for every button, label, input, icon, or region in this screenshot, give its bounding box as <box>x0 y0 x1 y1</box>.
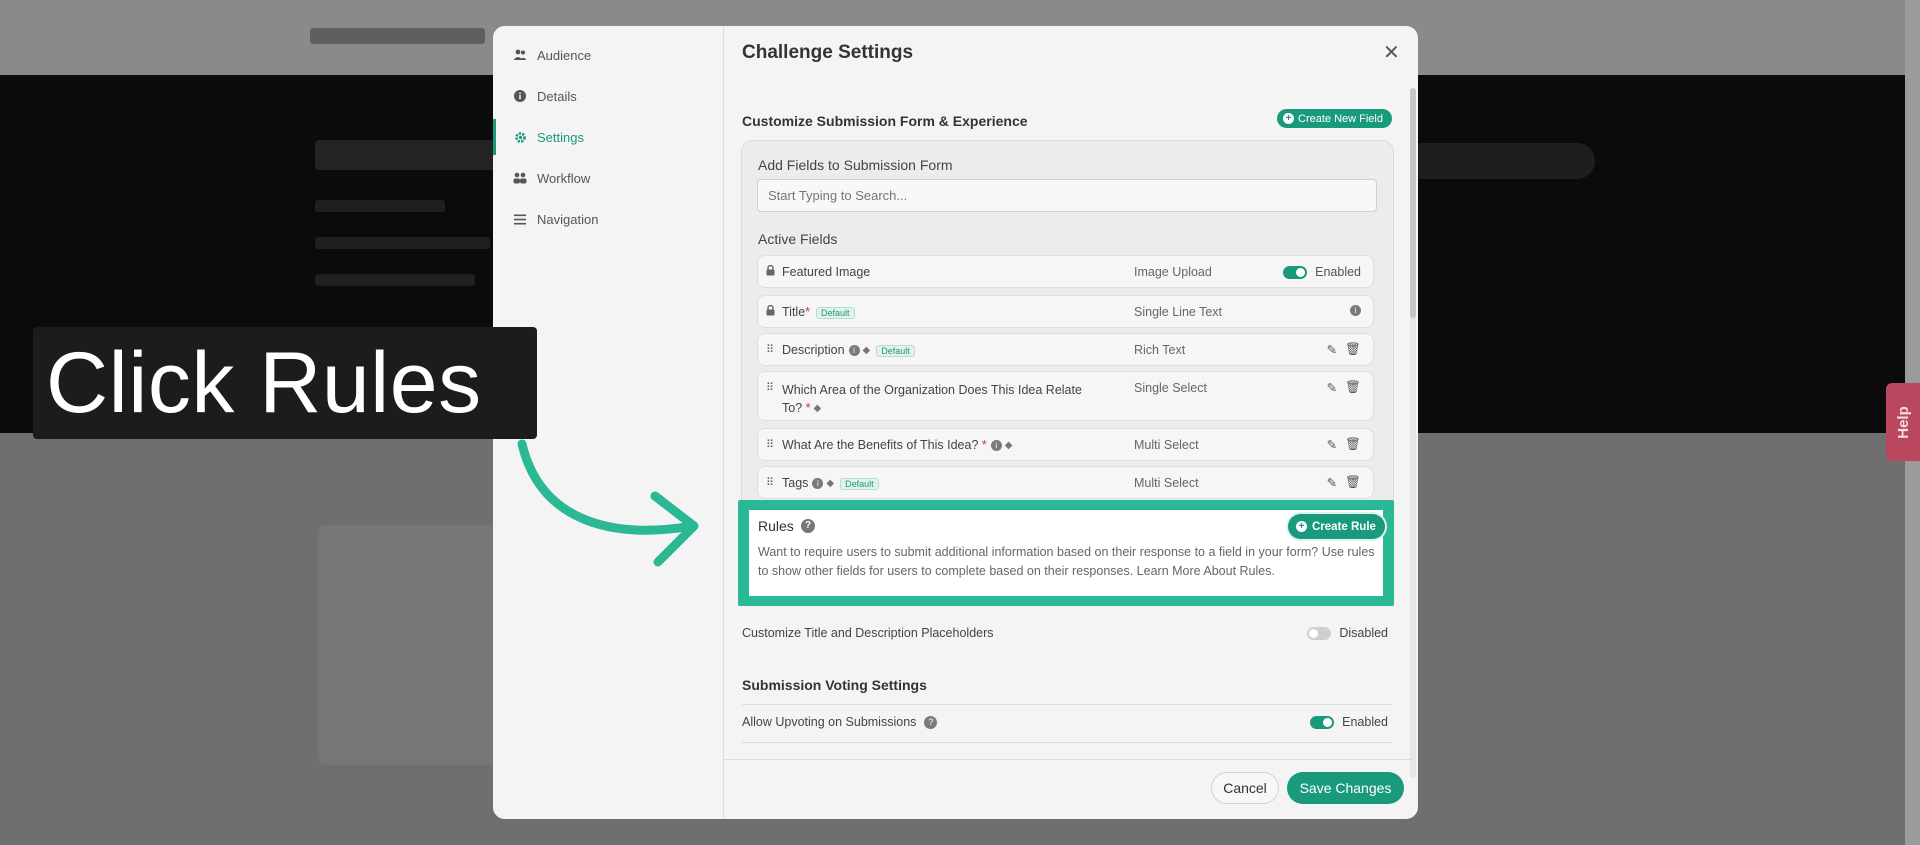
trash-icon[interactable]: 🗑 <box>1345 437 1361 452</box>
field-row-tags[interactable]: ⠿ Tags i ◆ Default Multi Select ✎ 🗑 <box>757 466 1374 499</box>
placeholders-setting-row: Customize Title and Description Placehol… <box>742 626 1388 640</box>
modal-scrollbar-thumb[interactable] <box>1410 88 1416 318</box>
background-logo <box>310 28 485 44</box>
featured-image-toggle[interactable] <box>1283 265 1308 279</box>
create-new-field-button[interactable]: + Create New Field <box>1277 109 1392 128</box>
trash-icon[interactable]: 🗑 <box>1345 380 1361 395</box>
help-tab[interactable]: Help <box>1886 383 1920 461</box>
drag-handle-icon[interactable]: ⠿ <box>766 476 774 489</box>
default-badge: Default <box>876 344 915 357</box>
divider <box>742 742 1392 743</box>
question-icon[interactable]: ? <box>924 716 938 730</box>
trash-icon[interactable]: 🗑 <box>1345 475 1361 490</box>
background-hero-text <box>315 274 475 286</box>
rules-title: Rules <box>758 518 794 534</box>
create-rule-button[interactable]: + Create Rule <box>1288 514 1385 539</box>
background-hero-text <box>315 200 445 212</box>
active-fields-label: Active Fields <box>758 231 838 247</box>
edit-icon[interactable]: ✎ <box>1327 380 1337 395</box>
drag-handle-icon[interactable]: ⠿ <box>766 381 774 394</box>
field-row-benefits[interactable]: ⠿ What Are the Benefits of This Idea? * i… <box>757 428 1374 461</box>
tag-icon: ◆ <box>826 478 835 490</box>
modal-title: Challenge Settings <box>742 42 914 63</box>
upvoting-toggle[interactable] <box>1310 715 1335 729</box>
background-card <box>318 525 498 765</box>
people-icon <box>513 171 527 185</box>
cancel-button[interactable]: Cancel <box>1211 772 1279 804</box>
plus-icon: + <box>1283 113 1294 124</box>
field-row-title[interactable]: Title* Default Single Line Text i <box>757 295 1374 328</box>
nav-item-audience[interactable]: Audience <box>493 37 723 73</box>
field-row-featured-image[interactable]: Featured Image Image Upload Enabled <box>757 255 1374 288</box>
footer-divider <box>723 759 1413 760</box>
nav-item-workflow[interactable]: Workflow <box>493 160 723 196</box>
menu-icon <box>513 212 527 226</box>
nav-item-settings[interactable]: Settings <box>493 119 723 155</box>
question-icon[interactable]: ? <box>801 519 815 533</box>
users-icon <box>513 48 527 62</box>
tutorial-callout: Click Rules <box>33 327 537 439</box>
background-hero-button <box>1405 143 1595 179</box>
upvoting-setting-row: Allow Upvoting on Submissions? Enabled <box>742 715 1388 730</box>
close-icon[interactable]: ✕ <box>1383 40 1400 65</box>
nav-item-details[interactable]: Details <box>493 78 723 114</box>
info-icon[interactable]: i <box>848 345 860 357</box>
add-fields-label: Add Fields to Submission Form <box>758 157 953 173</box>
drag-handle-icon[interactable]: ⠿ <box>766 343 774 356</box>
plus-icon: + <box>1296 521 1307 532</box>
edit-icon[interactable]: ✎ <box>1327 437 1337 452</box>
gear-icon <box>513 130 527 144</box>
info-icon[interactable]: i <box>812 478 824 490</box>
trash-icon[interactable]: 🗑 <box>1345 342 1361 357</box>
lock-icon <box>766 304 775 319</box>
field-row-description[interactable]: ⠿ Description i ◆ Default Rich Text ✎ 🗑 <box>757 333 1374 366</box>
divider <box>742 704 1392 705</box>
pointer-arrow-icon <box>517 439 699 567</box>
rules-description: Want to require users to submit addition… <box>758 545 1375 578</box>
info-icon[interactable]: i <box>990 440 1002 452</box>
edit-icon[interactable]: ✎ <box>1327 342 1337 357</box>
voting-heading: Submission Voting Settings <box>742 677 927 693</box>
default-badge: Default <box>816 306 855 319</box>
placeholders-toggle[interactable] <box>1307 626 1332 640</box>
tag-icon: ◆ <box>862 345 871 357</box>
lock-icon <box>766 264 775 279</box>
tag-icon: ◆ <box>1004 440 1013 452</box>
drag-handle-icon[interactable]: ⠿ <box>766 438 774 451</box>
field-search-input[interactable] <box>757 179 1377 212</box>
edit-icon[interactable]: ✎ <box>1327 475 1337 490</box>
save-changes-button[interactable]: Save Changes <box>1287 772 1404 804</box>
info-icon[interactable]: i <box>1350 305 1361 316</box>
tag-icon: ◆ <box>813 402 822 414</box>
info-icon <box>513 89 527 103</box>
background-hero-title <box>315 140 495 170</box>
default-badge: Default <box>840 477 879 490</box>
field-row-organization-area[interactable]: ⠿ Which Area of the Organization Does Th… <box>757 371 1374 421</box>
nav-item-navigation[interactable]: Navigation <box>493 201 723 237</box>
background-hero-text <box>315 237 490 249</box>
submission-form-heading: Customize Submission Form & Experience <box>742 113 1028 129</box>
